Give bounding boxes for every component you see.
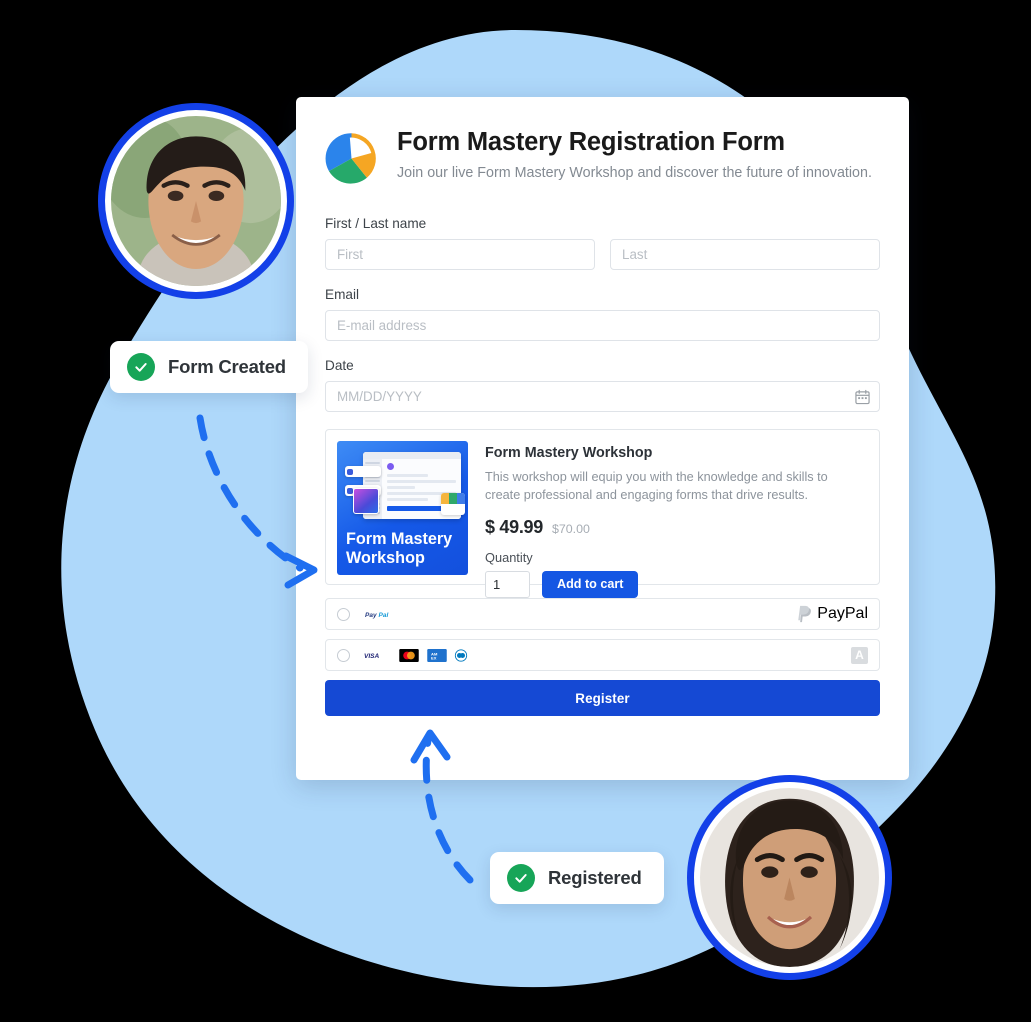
diners-club-icon	[454, 648, 468, 662]
form-fields: First / Last name Email Date	[296, 216, 909, 412]
status-badge-form-created: Form Created	[110, 341, 308, 393]
form-header: Form Mastery Registration Form Join our …	[296, 97, 909, 186]
form-subtitle: Join our live Form Mastery Workshop and …	[397, 164, 872, 181]
avatar-bottom	[687, 775, 892, 980]
product-thumbnail-caption: Form Mastery Workshop	[346, 530, 453, 568]
date-label: Date	[325, 358, 354, 373]
price-row: $ 49.99 $70.00	[485, 517, 868, 538]
quantity-label: Quantity	[485, 549, 533, 565]
status-badge-label: Registered	[548, 867, 642, 888]
register-button[interactable]: Register	[325, 680, 880, 716]
mastercard-icon	[399, 648, 419, 662]
add-to-cart-button[interactable]: Add to cart	[542, 570, 639, 598]
amex-icon: AM EX	[427, 648, 447, 662]
check-circle-icon	[127, 353, 155, 381]
avatar-top	[98, 103, 294, 299]
product-description: This workshop will equip you with the kn…	[485, 470, 828, 503]
pinwheel-logo-icon	[325, 133, 376, 184]
paypal-logo-icon: PayPal	[797, 605, 868, 623]
status-badge-label: Form Created	[168, 356, 286, 377]
product-name: Form Mastery Workshop	[485, 445, 653, 461]
last-name-input[interactable]	[610, 239, 880, 270]
check-circle-icon	[507, 864, 535, 892]
visa-icon: VISA	[362, 649, 392, 661]
paypal-mark-icon: Pay Pal	[362, 608, 400, 620]
first-name-input[interactable]	[325, 239, 595, 270]
name-field-group: First / Last name	[325, 216, 880, 270]
product-details: Form Mastery Workshop This workshop will…	[468, 441, 868, 598]
svg-text:Pal: Pal	[379, 612, 389, 619]
svg-text:EX: EX	[431, 655, 437, 660]
product-price-original: $70.00	[551, 521, 590, 536]
product-thumbnail: Form Mastery Workshop	[337, 441, 468, 575]
illustration-canvas: Form Mastery Registration Form Join our …	[0, 0, 1031, 1022]
date-field-group: Date	[325, 358, 880, 412]
email-input[interactable]	[325, 310, 880, 341]
status-badge-registered: Registered	[490, 852, 664, 904]
avatar-photo-woman	[700, 788, 879, 967]
payment-option-paypal[interactable]: Pay Pal PayPal	[325, 598, 880, 630]
email-field-group: Email	[325, 287, 880, 341]
credit-card-radio[interactable]	[337, 648, 350, 662]
payment-option-credit-card[interactable]: VISA AM EX A	[325, 639, 880, 671]
name-label: First / Last name	[325, 216, 427, 231]
svg-text:Pay: Pay	[365, 612, 377, 619]
quantity-input[interactable]	[485, 570, 530, 598]
product-price: $ 49.99	[485, 516, 543, 537]
svg-text:VISA: VISA	[364, 653, 379, 660]
page-title: Form Mastery Registration Form	[397, 128, 785, 156]
date-input[interactable]	[325, 381, 880, 412]
registration-form-panel: Form Mastery Registration Form Join our …	[296, 97, 909, 780]
email-label: Email	[325, 287, 359, 302]
product-card: Form Mastery Workshop Form Mastery Works…	[325, 429, 880, 598]
payment-methods: Pay Pal PayPal VISA AM EX A	[325, 598, 880, 671]
amex-a-icon: A	[851, 646, 868, 664]
paypal-radio[interactable]	[337, 607, 350, 621]
avatar-photo-man	[111, 116, 281, 286]
